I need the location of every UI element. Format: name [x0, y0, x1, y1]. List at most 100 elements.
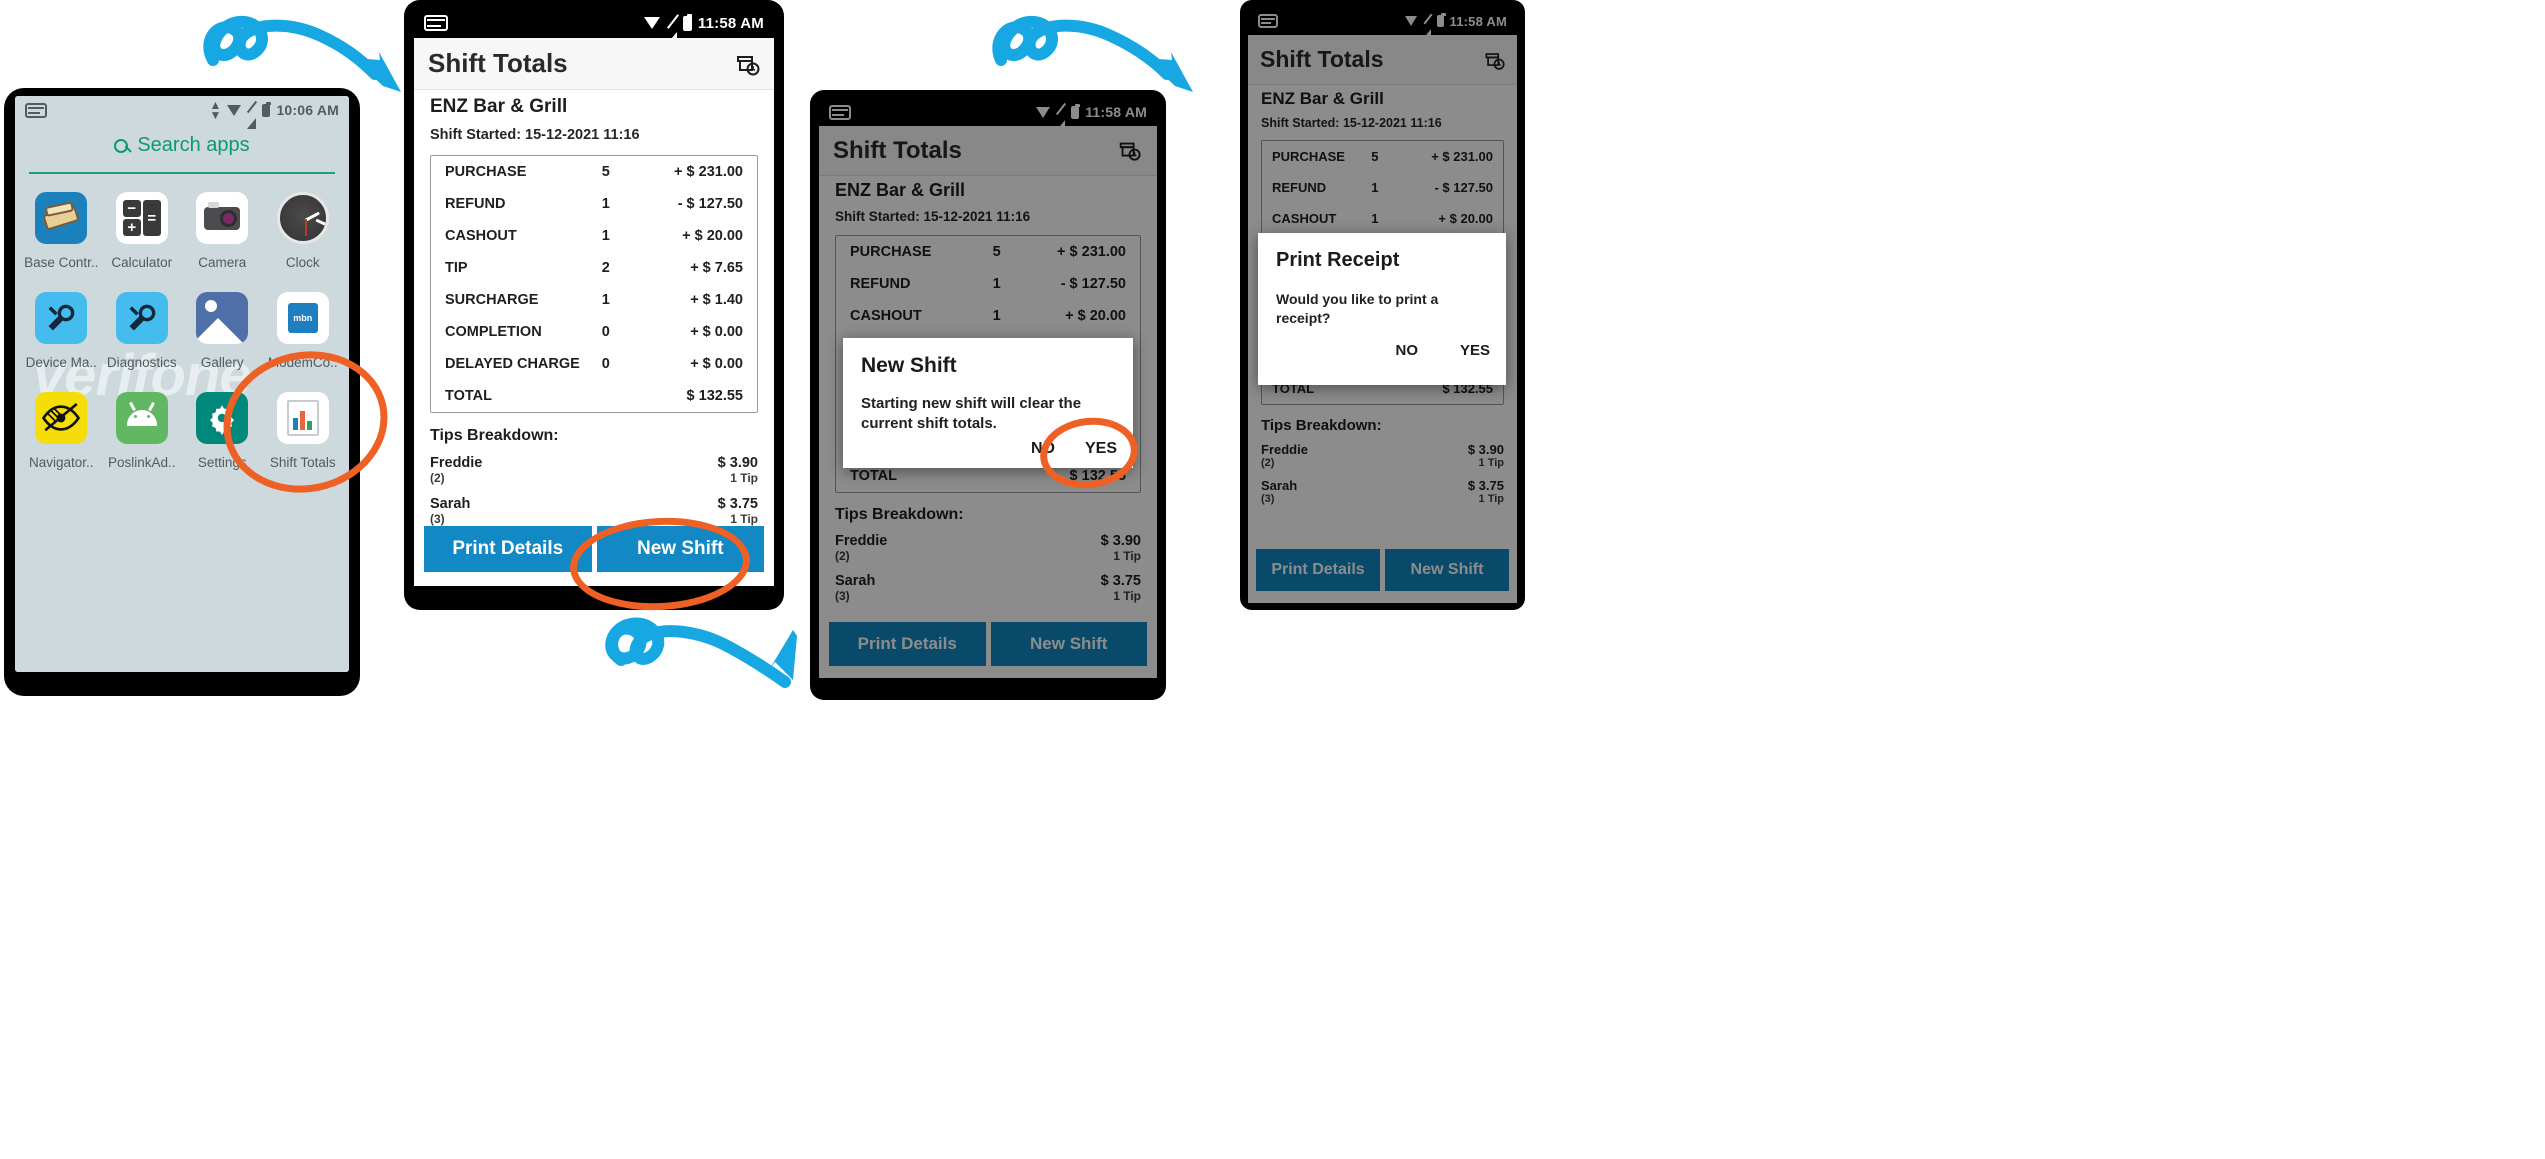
- clock-icon: [276, 192, 329, 244]
- calculator-icon: − = +: [115, 192, 168, 244]
- app-diagnostics[interactable]: Diagnostics: [102, 292, 183, 370]
- row-label: PURCHASE: [445, 164, 527, 180]
- app-poslink-admin[interactable]: PoslinkAd..: [102, 392, 183, 470]
- table-row: PURCHASE 5 + $ 231.00: [431, 156, 757, 188]
- search-apps-bar[interactable]: Search apps: [15, 134, 349, 157]
- row-amount: + $ 7.65: [690, 260, 743, 276]
- dialog-message: Starting new shift will clear the curren…: [861, 395, 1082, 433]
- app-device-manager[interactable]: Device Ma..: [21, 292, 102, 370]
- action-buttons: Print Details New Shift: [414, 526, 774, 572]
- merchant-name: ENZ Bar & Grill: [430, 96, 568, 117]
- base-controller-icon: [35, 192, 88, 244]
- app-clock[interactable]: Clock: [263, 192, 344, 270]
- launcher-screen: verifone ▲ ▼ 10:06 AM Search apps Base C…: [15, 96, 349, 672]
- row-amount: + $ 0.00: [690, 356, 743, 372]
- battery-icon: [682, 13, 692, 31]
- tip-sub: (2): [430, 471, 445, 485]
- new-shift-button[interactable]: New Shift: [596, 526, 764, 572]
- settings-gear-icon: [196, 392, 249, 444]
- tip-amount: $ 3.90: [717, 455, 758, 471]
- app-label: Settings: [197, 455, 247, 470]
- app-label: Diagnostics: [106, 355, 177, 370]
- table-row: CASHOUT 1 + $ 20.00: [431, 220, 757, 252]
- row-label: TOTAL: [445, 388, 492, 404]
- table-row: SURCHARGE 1 + $ 1.40: [431, 284, 757, 316]
- signal-off-icon: [665, 13, 679, 45]
- app-label: PoslinkAd..: [107, 455, 176, 470]
- dialog-no-button[interactable]: NO: [1031, 440, 1055, 458]
- modem-config-icon: mbn: [276, 292, 329, 344]
- row-amount: + $ 0.00: [690, 324, 743, 340]
- print-details-button[interactable]: Print Details: [424, 526, 592, 572]
- shift-totals-icon: [276, 392, 329, 444]
- camera-icon: [196, 192, 249, 244]
- app-modem-config[interactable]: mbn ModemCo..: [263, 292, 344, 370]
- row-count: 0: [601, 324, 610, 340]
- annotation-arrow-1: [203, 15, 401, 92]
- table-row-total: TOTAL $ 132.55: [431, 380, 757, 412]
- app-label: Clock: [285, 255, 320, 270]
- row-amount: + $ 1.40: [690, 292, 743, 308]
- annotation-arrow-3: [992, 15, 1193, 92]
- row-count: [602, 380, 662, 412]
- row-amount: + $ 231.00: [674, 164, 743, 180]
- app-label: Navigator..: [28, 455, 94, 470]
- row-amount: $ 132.55: [686, 388, 743, 404]
- app-calculator[interactable]: − = + Calculator: [102, 192, 183, 270]
- launcher-status-bar: ▲ ▼ 10:06 AM: [15, 96, 349, 129]
- dialog-yes-button[interactable]: YES: [1085, 440, 1117, 458]
- app-shift-totals[interactable]: Shift Totals: [263, 392, 344, 470]
- app-settings[interactable]: Settings: [182, 392, 263, 470]
- tip-sub: (3): [430, 512, 445, 526]
- annotation-arrow-2: [605, 617, 797, 688]
- launcher-background: verifone ▲ ▼ 10:06 AM Search apps Base C…: [15, 96, 349, 672]
- app-base-controller[interactable]: Base Contr..: [21, 192, 102, 270]
- tip-name: Freddie: [430, 455, 483, 471]
- row-label: CASHOUT: [445, 228, 517, 244]
- poslink-admin-icon: [115, 392, 168, 444]
- row-count: 1: [601, 292, 610, 308]
- row-count: 1: [601, 228, 610, 244]
- receipt-printer-icon[interactable]: [734, 51, 760, 77]
- dialog-yes-button[interactable]: YES: [1460, 342, 1490, 359]
- phone-print-receipt-dialog: 11:58 AM Shift Totals ENZ Bar & Grill Sh…: [1240, 0, 1525, 610]
- tip-name: Sarah: [430, 496, 471, 512]
- list-item: Sarah (3) $ 3.75 1 Tip: [430, 496, 758, 526]
- phone-launcher: verifone ▲ ▼ 10:06 AM Search apps Base C…: [4, 88, 360, 696]
- status-time: 11:58 AM: [697, 14, 764, 32]
- row-count: 5: [601, 164, 610, 180]
- navigator-icon: [35, 392, 88, 444]
- print-receipt-screen: 11:58 AM Shift Totals ENZ Bar & Grill Sh…: [1248, 7, 1517, 603]
- row-label: REFUND: [445, 196, 506, 212]
- card-icon: [424, 15, 448, 31]
- search-icon: [114, 138, 129, 153]
- app-navigator[interactable]: Navigator..: [21, 392, 102, 470]
- card-icon: [25, 102, 47, 118]
- app-gallery[interactable]: Gallery: [182, 292, 263, 370]
- page-title: Shift Totals: [428, 48, 568, 78]
- row-count: 0: [601, 356, 610, 372]
- search-underline: [29, 172, 335, 174]
- tip-count: 1 Tip: [730, 471, 758, 485]
- app-label: Camera: [198, 255, 247, 270]
- row-count: 2: [601, 260, 610, 276]
- device-manager-icon: [35, 292, 88, 344]
- row-label: SURCHARGE: [445, 292, 539, 308]
- signal-off-icon: [247, 100, 258, 129]
- tips-breakdown-title: Tips Breakdown:: [430, 427, 559, 444]
- phone-new-shift-dialog: 11:58 AM Shift Totals ENZ Bar & Grill Sh…: [810, 90, 1166, 700]
- app-camera[interactable]: Camera: [182, 192, 263, 270]
- app-status-bar: 11:58 AM: [414, 8, 774, 45]
- tip-amount: $ 3.75: [717, 496, 758, 512]
- shift-totals-screen: 11:58 AM Shift Totals ENZ Bar & Grill Sh…: [414, 8, 774, 586]
- wifi-icon: [227, 104, 242, 116]
- app-bar: Shift Totals: [414, 38, 774, 90]
- row-amount: + $ 20.00: [682, 228, 743, 244]
- row-label: DELAYED CHARGE: [445, 356, 580, 372]
- list-item: Freddie (2) $ 3.90 1 Tip: [430, 455, 758, 485]
- dialog-no-button[interactable]: NO: [1395, 342, 1418, 359]
- table-row: DELAYED CHARGE 0 + $ 0.00: [431, 348, 757, 380]
- app-label: ModemCo..: [267, 355, 338, 370]
- gallery-icon: [196, 292, 249, 344]
- table-row: COMPLETION 0 + $ 0.00: [431, 316, 757, 348]
